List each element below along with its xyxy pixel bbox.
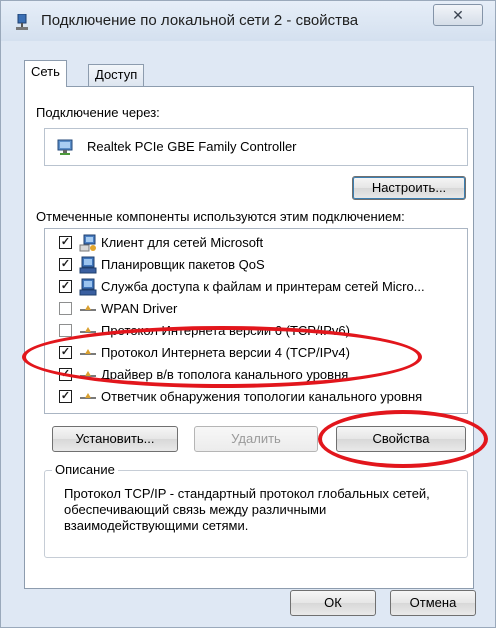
adapter-field[interactable]: Realtek PCIe GBE Family Controller (44, 128, 468, 166)
network-client-icon (79, 234, 96, 252)
adapter-name: Realtek PCIe GBE Family Controller (87, 139, 297, 154)
protocol-icon (80, 305, 96, 311)
protocol-icon (80, 371, 96, 377)
close-icon: ✕ (452, 7, 464, 23)
description-text: Протокол TCP/IP - стандартный протокол г… (64, 486, 430, 533)
tab-sharing[interactable]: Доступ (88, 64, 145, 86)
components-label: Отмеченные компоненты используются этим … (36, 209, 405, 224)
tab-network[interactable]: Сеть (24, 60, 67, 87)
list-item[interactable]: WPAN Driver (45, 298, 467, 320)
list-item-label: WPAN Driver (101, 301, 178, 316)
list-item-label: Драйвер в/в тополога канального уровня (101, 367, 349, 382)
network-service-icon (79, 278, 97, 296)
list-item[interactable]: ✓ Планировщик пакетов QoS (45, 254, 467, 276)
components-list[interactable]: ✓ Клиент для сетей Microsoft ✓ Планировщ… (44, 228, 468, 414)
list-item[interactable]: ✓ Ответчик обнаружения топологии канальн… (45, 386, 467, 408)
ok-button[interactable]: ОК (290, 590, 376, 616)
protocol-icon (80, 393, 96, 399)
list-item[interactable]: ✓ Протокол Интернета версии 4 (TCP/IPv4) (45, 342, 467, 364)
configure-button[interactable]: Настроить... (352, 176, 466, 200)
cancel-button[interactable]: Отмена (390, 590, 476, 616)
title-bar[interactable]: Подключение по локальной сети 2 - свойст… (1, 1, 495, 41)
list-item-label: Протокол Интернета версии 4 (TCP/IPv4) (101, 345, 350, 360)
connect-via-label: Подключение через: (36, 105, 160, 120)
list-item-label: Клиент для сетей Microsoft (101, 235, 264, 250)
checkbox-checked[interactable]: ✓ (59, 368, 72, 381)
description-title: Описание (52, 462, 118, 477)
list-item-label: Ответчик обнаружения топологии канальног… (101, 389, 423, 404)
list-item-label: Протокол Интернета версии 6 (TCP/IPv6) (101, 323, 350, 338)
list-item-label: Служба доступа к файлам и принтерам сете… (101, 279, 425, 294)
checkbox-checked[interactable]: ✓ (59, 280, 72, 293)
list-item[interactable]: ✓ Служба доступа к файлам и принтерам се… (45, 276, 467, 298)
list-item-label: Планировщик пакетов QoS (101, 257, 265, 272)
checkbox-checked[interactable]: ✓ (59, 236, 72, 249)
properties-button[interactable]: Свойства (336, 426, 466, 452)
protocol-icon (80, 327, 96, 333)
checkbox-checked[interactable]: ✓ (59, 258, 72, 271)
network-service-icon (79, 256, 97, 274)
close-button[interactable]: ✕ (433, 4, 483, 26)
checkbox-unchecked[interactable] (59, 302, 72, 315)
protocol-icon (80, 349, 96, 355)
window-title: Подключение по локальной сети 2 - свойст… (41, 12, 359, 29)
list-item[interactable]: Протокол Интернета версии 6 (TCP/IPv6) (45, 320, 467, 342)
checkbox-checked[interactable]: ✓ (59, 346, 72, 359)
network-adapter-icon (57, 139, 73, 155)
remove-button[interactable]: Удалить (194, 426, 318, 452)
install-button[interactable]: Установить... (52, 426, 178, 452)
checkbox-checked[interactable]: ✓ (59, 390, 72, 403)
list-item[interactable]: ✓ Драйвер в/в тополога канального уровня (45, 364, 467, 386)
checkbox-unchecked[interactable] (59, 324, 72, 337)
network-connection-icon (16, 14, 28, 30)
list-item[interactable]: ✓ Клиент для сетей Microsoft (45, 232, 467, 254)
